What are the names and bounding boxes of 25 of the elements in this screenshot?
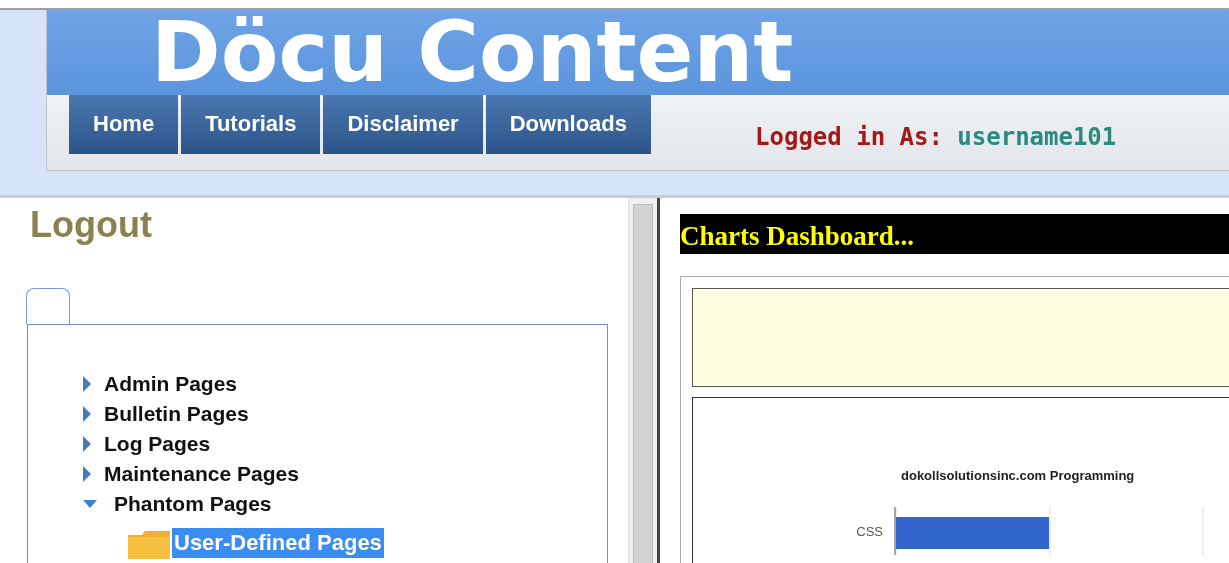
tree-item[interactable]: User-Defined Pages xyxy=(172,528,384,558)
dashboard-heading: Charts Dashboard... xyxy=(680,214,1229,254)
username: username101 xyxy=(957,123,1117,151)
nav-tab[interactable]: Tutorials xyxy=(181,95,321,154)
site-title: Döcu Content xyxy=(151,10,794,95)
caret-right-icon[interactable] xyxy=(82,375,92,393)
splitter[interactable] xyxy=(629,198,660,563)
nav-tab[interactable]: Disclaimer xyxy=(323,95,483,154)
chart-title: dokollsolutionsinc.com Programming xyxy=(901,468,1136,483)
login-label: Logged in As: xyxy=(755,123,943,151)
logout-link[interactable]: Logout xyxy=(30,204,152,246)
caret-right-icon[interactable] xyxy=(82,405,92,423)
tree-item[interactable]: Bulletin Pages xyxy=(104,402,249,426)
nav-tab[interactable]: Home xyxy=(69,95,179,154)
tree-item[interactable]: Admin Pages xyxy=(104,372,238,396)
tree-item[interactable]: Maintenance Pages xyxy=(104,462,299,486)
tree-item[interactable]: Log Pages xyxy=(104,432,211,456)
nav-tab[interactable]: Downloads xyxy=(485,95,652,154)
empty-tab[interactable] xyxy=(26,288,70,324)
caret-right-icon[interactable] xyxy=(82,465,92,483)
axis-label: CSS xyxy=(855,523,883,539)
caret-down-icon[interactable] xyxy=(82,499,98,509)
scrollbar-thumb[interactable] xyxy=(633,204,653,563)
tree-item[interactable]: Phantom Pages xyxy=(114,492,272,516)
caret-right-icon[interactable] xyxy=(82,435,92,453)
